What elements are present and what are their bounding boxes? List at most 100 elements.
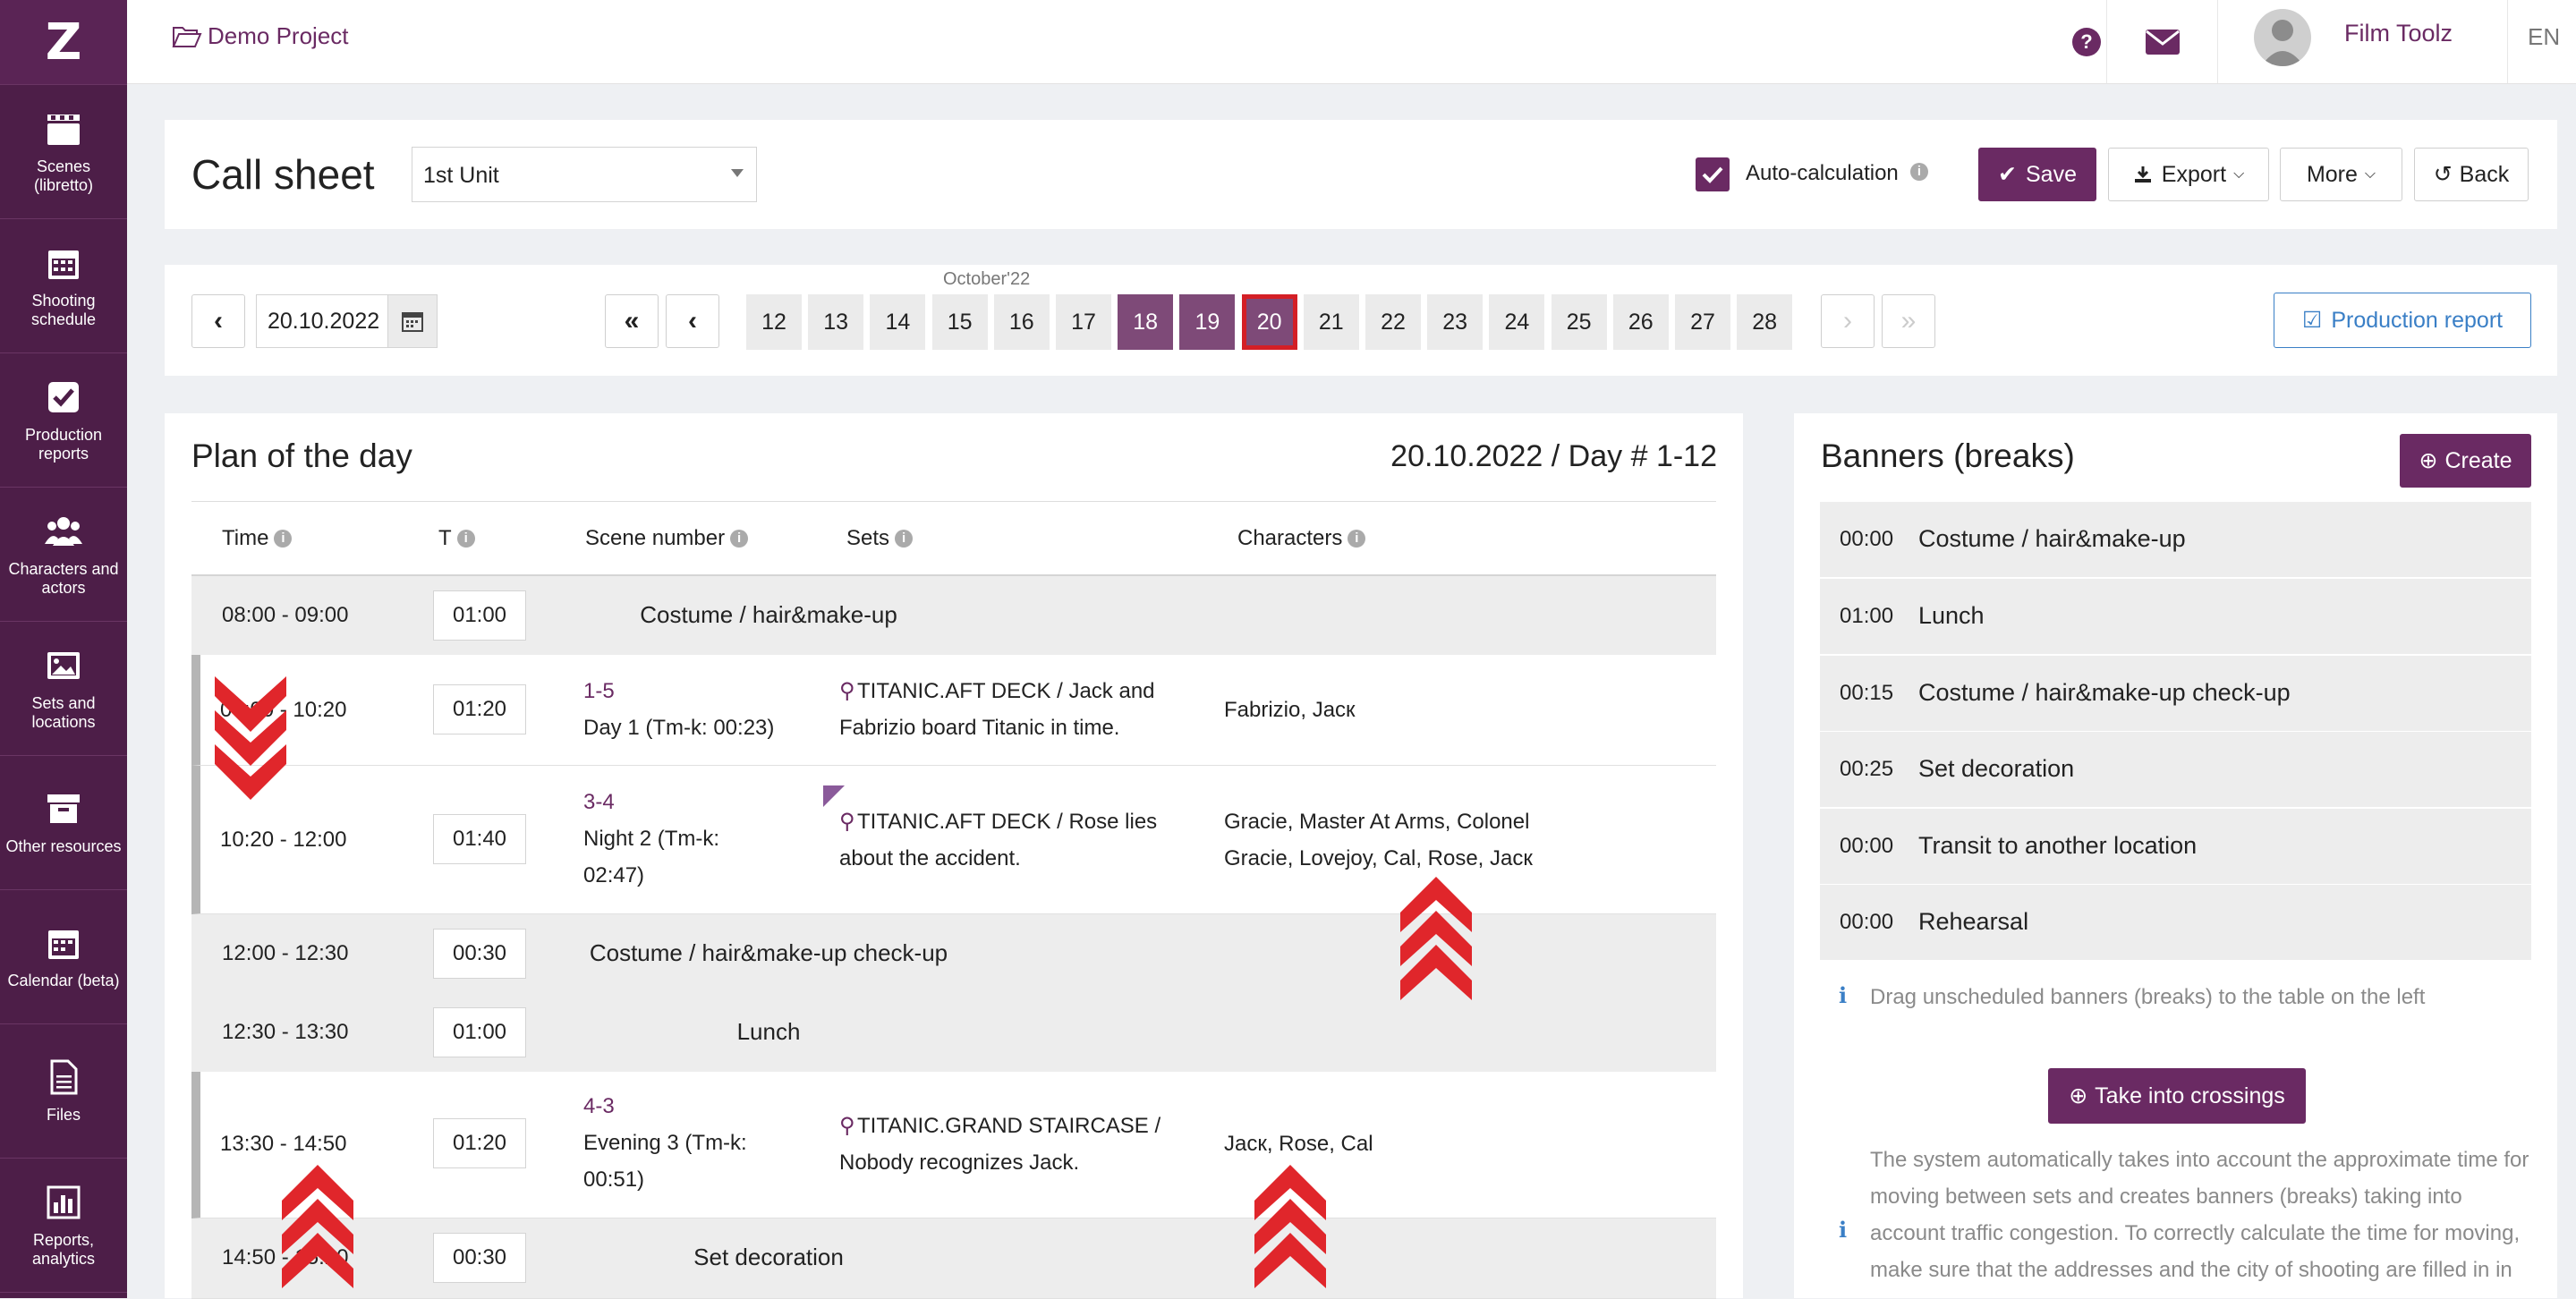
auto-calculation-checkbox[interactable]: [1696, 157, 1730, 191]
sidebar-item-label: Production reports: [24, 425, 103, 463]
duration-input[interactable]: 01:40: [433, 814, 526, 864]
undo-icon: ↺: [2433, 162, 2453, 187]
table-row[interactable]: 08:00 - 09:00 01:00 Costume / hair&make-…: [191, 576, 1716, 656]
info-icon: i: [456, 530, 475, 548]
table-row[interactable]: 12:00 - 12:30 00:30 Costume / hair&make-…: [191, 914, 1716, 994]
back-button[interactable]: ↺ Back: [2414, 148, 2529, 201]
calendar-icon: [48, 250, 79, 279]
checkbox-icon: [48, 381, 79, 412]
messages-button[interactable]: [2106, 0, 2218, 83]
day-14[interactable]: 14: [870, 294, 926, 350]
banner-item[interactable]: 00:25 Set decoration: [1820, 732, 2531, 807]
set-name: TITANIC.AFT DECK / Jack and Fabrizio boa…: [839, 679, 1155, 740]
table-row[interactable]: 10:20 - 12:00 01:40 3-4 Night 2 (Tm-k: 0…: [191, 766, 1716, 914]
col-header-label: T: [438, 526, 452, 550]
scene-number-link[interactable]: 3-4: [583, 784, 615, 820]
day-12[interactable]: 12: [746, 294, 802, 350]
col-header-label: Time: [222, 526, 269, 550]
day-15[interactable]: 15: [931, 294, 988, 350]
calendar-picker-button[interactable]: [387, 294, 438, 348]
download-icon: [2134, 166, 2151, 183]
scene-number-link[interactable]: 4-3: [583, 1088, 615, 1125]
first-week-button[interactable]: «: [605, 294, 659, 348]
table-row[interactable]: 13:30 - 14:50 01:20 4-3 Evening 3 (Tm-k:…: [191, 1072, 1716, 1218]
sidebar-item-label: Scenes (libretto): [33, 157, 93, 194]
col-header-label: Sets: [846, 526, 890, 550]
day-27[interactable]: 27: [1675, 294, 1730, 350]
day-19[interactable]: 19: [1179, 294, 1236, 350]
day-28[interactable]: 28: [1737, 294, 1793, 350]
day-13[interactable]: 13: [808, 294, 864, 350]
user-name[interactable]: Film Toolz: [2344, 20, 2453, 47]
users-icon: [45, 516, 82, 546]
scene-number-link[interactable]: 1-5: [583, 673, 615, 709]
day-16[interactable]: 16: [993, 294, 1050, 350]
sidebar-item-production-reports[interactable]: Production reports: [0, 353, 127, 488]
sidebar-item-other-resources[interactable]: Other resources: [0, 756, 127, 890]
export-button[interactable]: Export ⌵: [2108, 148, 2269, 201]
sidebar-item-files[interactable]: Files: [0, 1024, 127, 1159]
image-icon: [47, 651, 80, 679]
banner-time: 00:15: [1840, 681, 1894, 705]
day-21[interactable]: 21: [1303, 294, 1359, 350]
save-button[interactable]: ✔ Save: [1978, 148, 2096, 201]
next-week-button[interactable]: ›: [1821, 294, 1875, 348]
sidebar-item-label: Reports, analytics: [31, 1230, 96, 1268]
banner-item[interactable]: 01:00 Lunch: [1820, 579, 2531, 654]
create-banner-button[interactable]: ⊕ Create: [2400, 434, 2531, 488]
last-week-button[interactable]: »: [1882, 294, 1935, 348]
unit-select-value: 1st Unit: [423, 163, 499, 188]
sidebar-item-label: Files: [46, 1106, 81, 1124]
banner-item[interactable]: 00:00 Rehearsal: [1820, 885, 2531, 960]
more-button[interactable]: More ⌵: [2280, 148, 2402, 201]
date-input[interactable]: 20.10.2022: [256, 294, 388, 348]
sidebar-item-sets[interactable]: Sets and locations: [0, 622, 127, 756]
table-row[interactable]: 09:00 - 10:20 01:20 1-5 Day 1 (Tm-k: 00:…: [191, 655, 1716, 766]
duration-input[interactable]: 01:20: [433, 684, 526, 734]
table-row[interactable]: 14:50 - 15:20 00:30 Set decoration: [191, 1218, 1716, 1299]
more-label: More: [2306, 161, 2358, 187]
day-22[interactable]: 22: [1365, 294, 1421, 350]
create-label: Create: [2444, 447, 2512, 473]
prev-date-button[interactable]: ‹: [191, 294, 245, 348]
app-logo[interactable]: Z: [0, 0, 127, 85]
sidebar: Z Scenes (libretto) Shooting schedule Pr…: [0, 0, 127, 1298]
banner-item[interactable]: 00:15 Costume / hair&make-up check-up: [1820, 656, 2531, 731]
banner-item[interactable]: 00:00 Transit to another location: [1820, 809, 2531, 884]
day-17[interactable]: 17: [1056, 294, 1111, 350]
unit-select[interactable]: 1st Unit: [412, 147, 757, 202]
avatar[interactable]: [2254, 9, 2311, 66]
day-23[interactable]: 23: [1427, 294, 1484, 350]
set-name: TITANIC.AFT DECK / Rose lies about the a…: [839, 810, 1158, 870]
banner-time: 00:00: [1840, 910, 1894, 934]
scene-desc: Evening 3 (Tm-k: 00:51): [583, 1131, 747, 1192]
sidebar-item-label: Calendar (beta): [7, 972, 120, 989]
sidebar-item-reports[interactable]: Reports, analytics: [0, 1159, 127, 1293]
chevron-down-icon: ⌵: [2233, 166, 2245, 182]
take-into-crossings-button[interactable]: ⊕ Take into crossings: [2048, 1068, 2306, 1124]
banner-name: Costume / hair&make-up: [1918, 525, 2186, 552]
day-26[interactable]: 26: [1612, 294, 1669, 350]
question-icon: ?: [2072, 27, 2101, 56]
day-18[interactable]: 18: [1118, 294, 1174, 350]
language-switch[interactable]: EN: [2528, 23, 2560, 51]
sidebar-item-scenes[interactable]: Scenes (libretto): [0, 85, 127, 219]
sidebar-item-characters[interactable]: Characters and actors: [0, 488, 127, 622]
col-header-sets: Sets i: [846, 526, 914, 551]
duration-input[interactable]: 01:20: [433, 1118, 526, 1168]
banner-name: Costume / hair&make-up check-up: [589, 939, 948, 966]
project-link[interactable]: Demo Project: [172, 22, 349, 50]
table-row[interactable]: 12:30 - 13:30 01:00 Lunch: [191, 993, 1716, 1073]
day-25[interactable]: 25: [1551, 294, 1607, 350]
banners-title: Banners (breaks): [1821, 437, 2075, 474]
day-20[interactable]: 20: [1241, 294, 1297, 350]
red-chevron-arrow-icon: [1400, 877, 1472, 1000]
production-report-button[interactable]: ☑ Production report: [2274, 293, 2531, 348]
prev-week-button[interactable]: ‹: [666, 294, 719, 348]
sidebar-item-calendar[interactable]: Calendar (beta): [0, 890, 127, 1024]
sidebar-item-shooting-schedule[interactable]: Shooting schedule: [0, 219, 127, 353]
day-24[interactable]: 24: [1489, 294, 1545, 350]
chevron-right-icon: ›: [1843, 306, 1852, 335]
banner-item[interactable]: 00:00 Costume / hair&make-up: [1820, 502, 2531, 577]
caret-down-icon: [731, 169, 744, 177]
